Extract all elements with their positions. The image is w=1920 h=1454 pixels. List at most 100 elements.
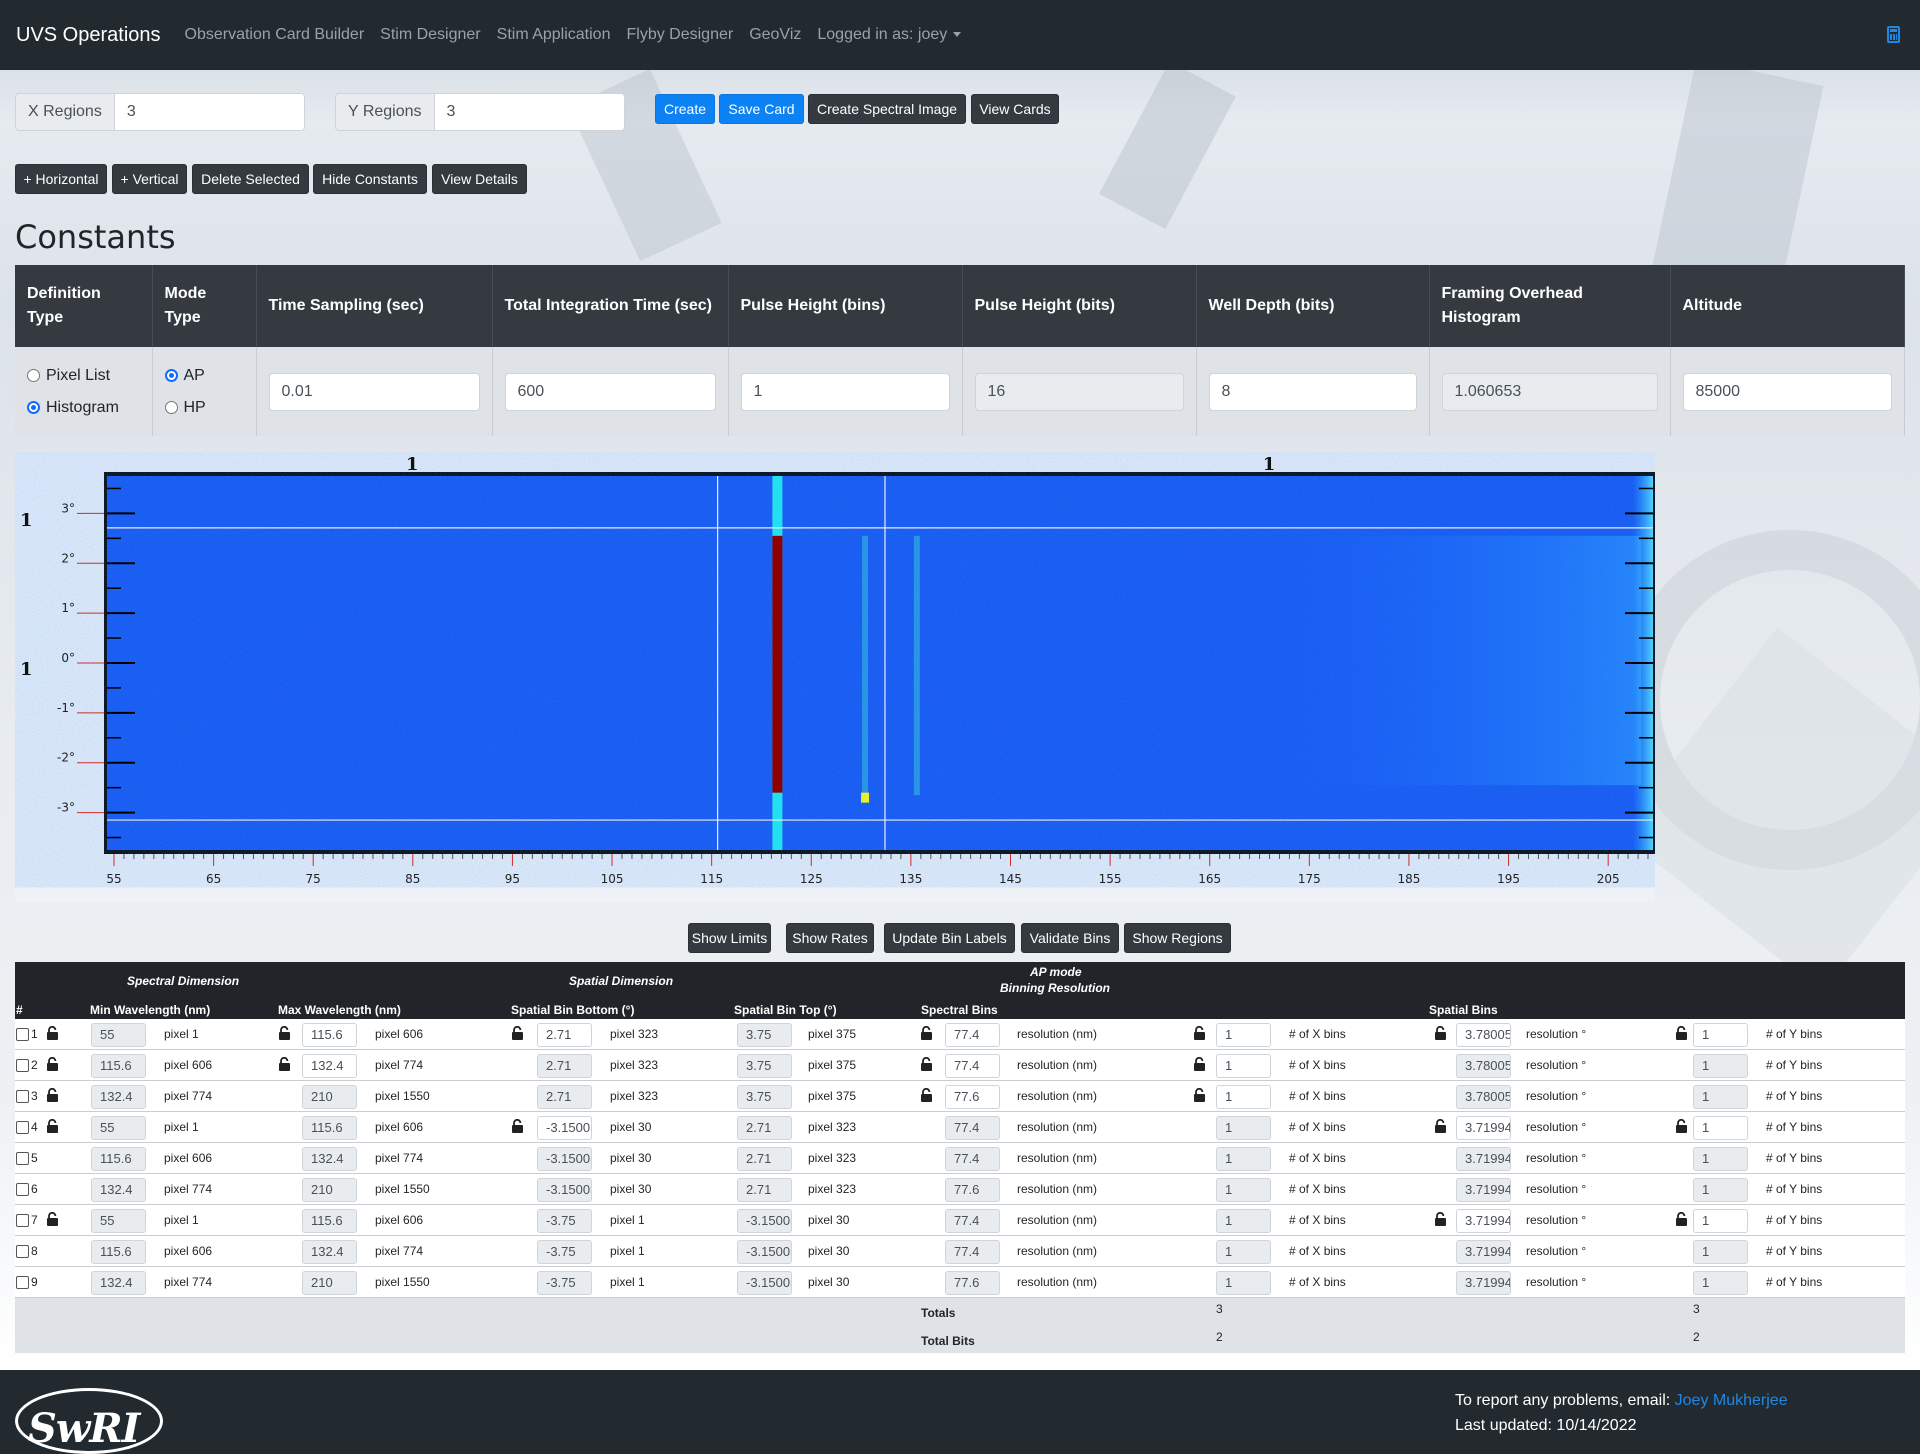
y-bins-input[interactable]: 1 (1693, 1116, 1748, 1140)
nav-geoviz[interactable]: GeoViz (749, 26, 801, 44)
nav-observation-card-builder[interactable]: Observation Card Builder (185, 26, 365, 44)
spectral-resolution-input: 77.4 (945, 1209, 1000, 1233)
lock-icon[interactable] (1434, 1211, 1447, 1226)
pulse-height-bins-input[interactable] (740, 372, 950, 411)
create-button[interactable]: Create (655, 94, 715, 124)
radio-hp[interactable]: HP (164, 392, 244, 424)
row-select-checkbox[interactable] (16, 1090, 29, 1103)
spatial-bottom-input[interactable]: 2.71 (537, 1023, 592, 1047)
spatial-bottom-pixel: pixel 30 (610, 1151, 652, 1165)
brand-link[interactable]: UVS Operations (16, 24, 161, 47)
create-spectral-image-button[interactable]: Create Spectral Image (808, 94, 966, 124)
nav-stim-designer[interactable]: Stim Designer (380, 26, 480, 44)
well-depth-input[interactable] (1208, 372, 1417, 411)
row-select-checkbox[interactable] (16, 1276, 29, 1289)
lock-icon[interactable] (46, 1056, 59, 1071)
spatial-resolution-input[interactable]: 3.71994 (1456, 1209, 1511, 1233)
validate-bins-button[interactable]: Validate Bins (1021, 923, 1119, 953)
view-details-button[interactable]: View Details (432, 164, 527, 194)
col-definition-type: Definition Type (15, 265, 153, 347)
lock-icon[interactable] (46, 1118, 59, 1133)
view-cards-button[interactable]: View Cards (971, 94, 1059, 124)
y-bins-label: # of Y bins (1766, 1213, 1823, 1227)
max-wavelength-input[interactable]: 132.4 (302, 1054, 357, 1078)
row-select-checkbox[interactable] (16, 1121, 29, 1134)
radio-pixel-list-circle[interactable] (27, 369, 40, 382)
user-menu-dropdown[interactable]: Logged in as: joey (817, 26, 962, 44)
save-card-button[interactable]: Save Card (719, 94, 804, 124)
x-regions-input[interactable] (114, 93, 305, 131)
lock-icon[interactable] (1675, 1025, 1688, 1040)
y-regions-input[interactable] (434, 93, 625, 131)
spatial-resolution-input[interactable]: 3.78005 (1456, 1023, 1511, 1047)
show-regions-button[interactable]: Show Regions (1124, 923, 1231, 953)
lock-icon[interactable] (46, 1087, 59, 1102)
radio-pixel-list[interactable]: Pixel List (27, 360, 140, 392)
radio-ap[interactable]: AP (164, 360, 244, 392)
lock-icon[interactable] (1675, 1118, 1688, 1133)
row-select-checkbox[interactable] (16, 1028, 29, 1041)
lock-icon[interactable] (1434, 1118, 1447, 1133)
lock-icon[interactable] (278, 1056, 291, 1071)
y-bins-input[interactable]: 1 (1693, 1209, 1748, 1233)
row-select-checkbox[interactable] (16, 1245, 29, 1258)
nav-stim-application[interactable]: Stim Application (497, 26, 611, 44)
last-updated: Last updated: 10/14/2022 (1455, 1417, 1637, 1434)
max-wavelength-pixel: pixel 1550 (375, 1275, 430, 1289)
contact-email-link[interactable]: Joey Mukherjee (1675, 1392, 1788, 1409)
spatial-resolution-label: resolution ° (1526, 1089, 1587, 1103)
spatial-resolution-input[interactable]: 3.71994 (1456, 1116, 1511, 1140)
radio-ap-circle[interactable] (164, 369, 178, 382)
show-rates-button[interactable]: Show Rates (786, 923, 874, 953)
calculator-icon[interactable] (1887, 26, 1900, 43)
spectral-resolution-input[interactable]: 77.4 (945, 1023, 1000, 1047)
lock-icon[interactable] (1193, 1025, 1206, 1040)
spectral-image-svg[interactable]: 55 65 75 85 95 105 115 125 135 145 155 165 175 185 195… (15, 452, 1656, 902)
lock-icon[interactable] (511, 1025, 524, 1040)
lock-icon[interactable] (920, 1056, 933, 1071)
add-horizontal-button[interactable]: + Horizontal (15, 164, 107, 194)
update-bin-labels-button[interactable]: Update Bin Labels (884, 923, 1015, 953)
table-row: 7 55 pixel 1 115.6 pixel 606 -3.75 pixel 1 -3.1… (15, 1205, 1905, 1236)
lock-icon[interactable] (46, 1211, 59, 1226)
table-row: 6 132.4 pixel 774 210 pixel 1550 -3.15005 pixe… (15, 1174, 1905, 1205)
y-bins-input[interactable]: 1 (1693, 1023, 1748, 1047)
lock-icon[interactable] (511, 1118, 524, 1133)
constants-table: Definition Type Mode Type Time Sampling … (15, 265, 1905, 436)
x-bins-input[interactable]: 1 (1216, 1054, 1271, 1078)
spatial-resolution-label: resolution ° (1526, 1151, 1587, 1165)
radio-histogram[interactable]: Histogram (27, 392, 140, 424)
pulse-height-bits-cell (962, 347, 1197, 436)
lock-icon[interactable] (1675, 1211, 1688, 1226)
lock-icon[interactable] (278, 1025, 291, 1040)
row-select-checkbox[interactable] (16, 1152, 29, 1165)
col-pulse-height-bits: Pulse Height (bits) (962, 265, 1197, 347)
total-integration-input[interactable] (504, 372, 716, 411)
altitude-input[interactable] (1682, 372, 1892, 411)
max-wavelength-input[interactable]: 115.6 (302, 1023, 357, 1047)
row-select-checkbox[interactable] (16, 1183, 29, 1196)
x-bins-input[interactable]: 1 (1216, 1085, 1271, 1109)
radio-histogram-circle[interactable] (27, 401, 40, 414)
x-bins-input[interactable]: 1 (1216, 1023, 1271, 1047)
lock-icon[interactable] (46, 1025, 59, 1040)
spatial-bottom-input[interactable]: -3.15005 (537, 1116, 592, 1140)
lock-icon[interactable] (920, 1025, 933, 1040)
spectral-resolution-input[interactable]: 77.6 (945, 1085, 1000, 1109)
spectral-resolution-input[interactable]: 77.4 (945, 1054, 1000, 1078)
hide-constants-button[interactable]: Hide Constants (313, 164, 427, 194)
row-select-checkbox[interactable] (16, 1059, 29, 1072)
lock-icon[interactable] (1193, 1087, 1206, 1102)
add-vertical-button[interactable]: + Vertical (112, 164, 187, 194)
lock-icon[interactable] (1434, 1025, 1447, 1040)
delete-selected-button[interactable]: Delete Selected (192, 164, 309, 194)
lock-icon[interactable] (920, 1087, 933, 1102)
nav-flyby-designer[interactable]: Flyby Designer (626, 26, 733, 44)
time-sampling-input[interactable] (268, 372, 480, 411)
min-wavelength-pixel: pixel 606 (164, 1244, 213, 1258)
row-select-checkbox[interactable] (16, 1214, 29, 1227)
radio-hp-circle[interactable] (164, 401, 178, 414)
lock-icon[interactable] (1193, 1056, 1206, 1071)
show-limits-button[interactable]: Show Limits (688, 923, 771, 953)
spatial-bottom-input: 2.71 (537, 1054, 592, 1078)
